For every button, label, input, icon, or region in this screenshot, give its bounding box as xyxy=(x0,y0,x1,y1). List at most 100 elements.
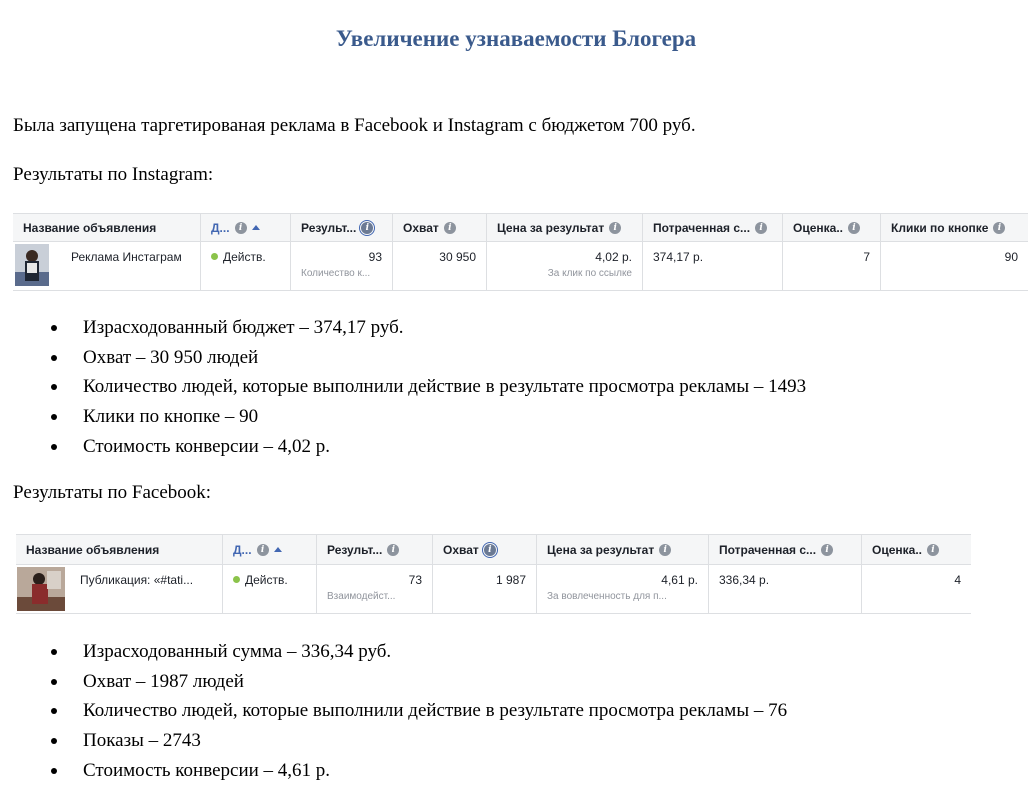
ad-name-cell[interactable]: Реклама Инстаграм xyxy=(13,242,201,290)
status-label: Действ. xyxy=(245,573,288,587)
info-icon[interactable]: i xyxy=(256,543,269,556)
info-icon[interactable]: i xyxy=(609,221,622,234)
rating-value: 7 xyxy=(863,250,870,264)
status-active-dot-icon xyxy=(211,253,218,260)
clicks-value: 90 xyxy=(1004,250,1018,264)
cost-type: За клик по ссылке xyxy=(547,268,632,279)
col-label: Результ... xyxy=(327,542,383,557)
info-icon[interactable]: i xyxy=(993,221,1006,234)
info-icon[interactable]: i xyxy=(234,221,247,234)
status-active-dot-icon xyxy=(233,576,240,583)
list-item: Стоимость конверсии – 4,02 р. xyxy=(0,432,806,462)
instagram-heading: Результаты по Instagram: xyxy=(13,164,214,185)
info-icon[interactable]: i xyxy=(821,543,834,556)
col-delivery[interactable]: Д... i xyxy=(201,214,291,241)
col-rating[interactable]: Оценка.. i xyxy=(862,535,971,564)
list-item: Стоимость конверсии – 4,61 р. xyxy=(0,756,787,786)
reach-value: 1 987 xyxy=(495,573,526,587)
cost-value: 4,02 р. xyxy=(595,250,632,264)
col-label: Клики по кнопке xyxy=(891,220,989,235)
col-label: Потраченная с... xyxy=(719,542,817,557)
spent-cell: 374,17 р. xyxy=(643,242,783,290)
spent-cell: 336,34 р. xyxy=(709,565,862,613)
col-results[interactable]: Результ... i xyxy=(317,535,433,564)
col-label: Название объявления xyxy=(23,220,157,235)
col-label: Оценка.. xyxy=(872,542,922,557)
info-icon[interactable]: i xyxy=(926,543,939,556)
list-item: Клики по кнопке – 90 xyxy=(0,402,806,432)
col-rating[interactable]: Оценка.. i xyxy=(783,214,881,241)
col-amount-spent[interactable]: Потраченная с... i xyxy=(643,214,783,241)
ad-name[interactable]: Реклама Инстаграм xyxy=(71,250,182,290)
table-row[interactable]: Публикация: «#tati... Действ. 73 Взаимод… xyxy=(16,565,971,614)
instagram-ads-table: Название объявления Д... i Результ... i … xyxy=(13,213,1028,291)
facebook-ads-table: Название объявления Д... i Результ... i … xyxy=(16,534,971,614)
col-button-clicks[interactable]: Клики по кнопке i xyxy=(881,214,1028,241)
cost-cell: 4,61 р. За вовлеченность для п... xyxy=(537,565,709,613)
col-label: Д... xyxy=(233,542,252,557)
list-item: Количество людей, которые выполнили дейс… xyxy=(0,372,806,402)
col-delivery[interactable]: Д... i xyxy=(223,535,317,564)
col-results[interactable]: Результ... i xyxy=(291,214,393,241)
col-label: Потраченная с... xyxy=(653,220,751,235)
reach-cell: 1 987 xyxy=(433,565,537,613)
cost-type: За вовлеченность для п... xyxy=(547,591,667,602)
col-amount-spent[interactable]: Потраченная с... i xyxy=(709,535,862,564)
col-cost-per-result[interactable]: Цена за результат i xyxy=(537,535,709,564)
list-item: Показы – 2743 xyxy=(0,726,787,756)
col-label: Оценка.. xyxy=(793,220,843,235)
info-icon[interactable]: i xyxy=(659,543,672,556)
ad-name[interactable]: Публикация: «#tati... xyxy=(80,573,193,613)
col-label: Название объявления xyxy=(26,542,160,557)
list-item: Охват – 30 950 людей xyxy=(0,343,806,373)
col-label: Результ... xyxy=(301,220,357,235)
sort-ascending-icon[interactable] xyxy=(251,225,260,230)
list-item: Охват – 1987 людей xyxy=(0,667,787,697)
table-row[interactable]: Реклама Инстаграм Действ. 93 Количество … xyxy=(13,242,1028,291)
status-label: Действ. xyxy=(223,250,266,264)
rating-cell: 4 xyxy=(862,565,971,613)
results-cell: 93 Количество к... xyxy=(291,242,393,290)
col-reach[interactable]: Охват i xyxy=(393,214,487,241)
info-icon[interactable]: i xyxy=(481,541,498,558)
results-type: Взаимодейст... xyxy=(327,591,396,602)
ad-name-cell[interactable]: Публикация: «#tati... xyxy=(16,565,223,613)
info-icon[interactable]: i xyxy=(847,221,860,234)
col-ad-name[interactable]: Название объявления xyxy=(13,214,201,241)
col-label: Д... xyxy=(211,220,230,235)
ad-thumbnail xyxy=(17,567,65,611)
spent-value: 374,17 р. xyxy=(653,250,704,264)
facebook-results-list: Израсходованный сумма – 336,34 руб. Охва… xyxy=(0,637,787,785)
results-cell: 73 Взаимодейст... xyxy=(317,565,433,613)
col-label: Охват xyxy=(403,220,439,235)
facebook-heading: Результаты по Facebook: xyxy=(13,482,212,503)
results-type: Количество к... xyxy=(301,268,371,279)
table-header-row: Название объявления Д... i Результ... i … xyxy=(13,213,1028,242)
spent-value: 336,34 р. xyxy=(719,573,770,587)
info-icon[interactable]: i xyxy=(443,221,456,234)
col-cost-per-result[interactable]: Цена за результат i xyxy=(487,214,643,241)
results-value: 93 xyxy=(368,250,382,264)
instagram-results-list: Израсходованный бюджет – 374,17 руб. Охв… xyxy=(0,313,806,461)
cost-cell: 4,02 р. За клик по ссылке xyxy=(487,242,643,290)
reach-cell: 30 950 xyxy=(393,242,487,290)
list-item: Количество людей, которые выполнили дейс… xyxy=(0,696,787,726)
cost-value: 4,61 р. xyxy=(661,573,698,587)
intro-paragraph: Была запущена таргетированая реклама в F… xyxy=(13,115,696,136)
reach-value: 30 950 xyxy=(439,250,476,264)
col-label: Охват xyxy=(443,542,479,557)
col-ad-name[interactable]: Название объявления xyxy=(16,535,223,564)
list-item: Израсходованный бюджет – 374,17 руб. xyxy=(0,313,806,343)
info-icon[interactable]: i xyxy=(387,543,400,556)
col-reach[interactable]: Охват i xyxy=(433,535,537,564)
rating-cell: 7 xyxy=(783,242,881,290)
results-value: 73 xyxy=(408,573,422,587)
col-label: Цена за результат xyxy=(497,220,605,235)
delivery-cell: Действ. xyxy=(201,242,291,290)
rating-value: 4 xyxy=(954,573,961,587)
info-icon[interactable]: i xyxy=(359,219,376,236)
table-header-row: Название объявления Д... i Результ... i … xyxy=(16,534,971,565)
info-icon[interactable]: i xyxy=(755,221,768,234)
sort-ascending-icon[interactable] xyxy=(273,547,282,552)
ad-thumbnail xyxy=(15,244,49,286)
